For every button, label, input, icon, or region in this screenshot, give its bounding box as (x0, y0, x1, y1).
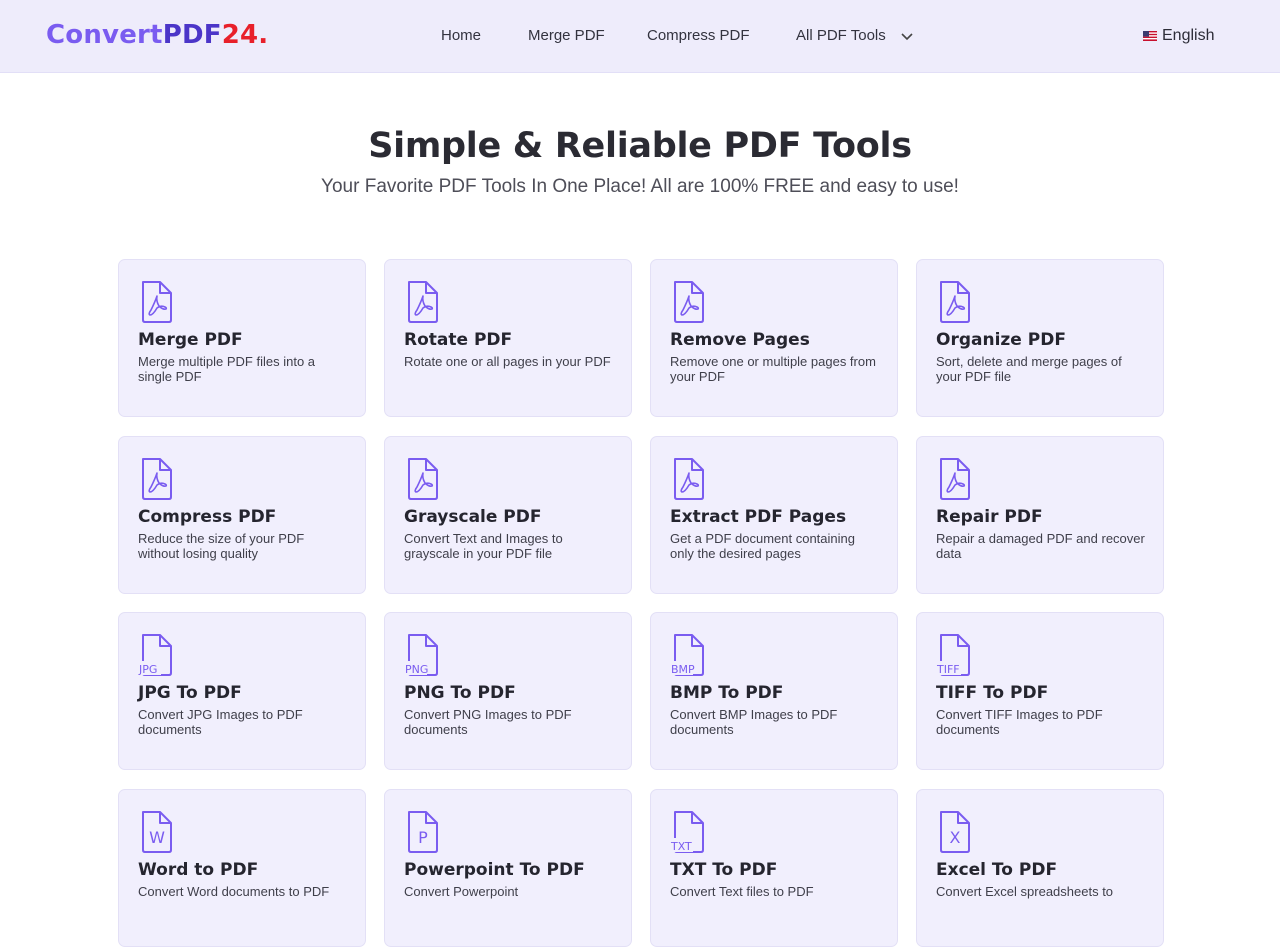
tool-card-title: Compress PDF (138, 507, 277, 527)
tool-card-description: Convert BMP Images to PDF documents (670, 707, 838, 737)
page-subtitle: Your Favorite PDF Tools In One Place! Al… (321, 176, 959, 197)
tool-card-description: Merge multiple PDF files into a single P… (138, 354, 316, 384)
pdf-file-icon (940, 281, 970, 323)
tool-card-description: Convert JPG Images to PDF documents (138, 707, 303, 737)
language-selector[interactable]: English (1162, 27, 1214, 45)
main-nav: Home Merge PDF Compress PDF All PDF Tool… (0, 27, 1280, 47)
pdf-file-icon (142, 458, 172, 500)
tool-card-title: Extract PDF Pages (670, 507, 847, 527)
tool-card-title: Word to PDF (138, 860, 259, 880)
tool-card-description: Convert Powerpoint (404, 884, 519, 899)
tool-card-word-to-pdf[interactable]: W Word to PDF Convert Word documents to PD… (118, 789, 366, 947)
tool-card-remove-pages[interactable]: Remove Pages Remove one or multiple pages… (650, 259, 898, 417)
tool-card-grayscale-pdf[interactable]: Grayscale PDF Convert Text and Images to … (384, 436, 632, 594)
pdf-file-icon (674, 458, 704, 500)
pdf-file-icon (408, 281, 438, 323)
word-file-icon: W (142, 811, 172, 853)
tool-card-description: Get a PDF document containing only the d… (670, 531, 855, 561)
tool-card-description: Convert Excel spreadsheets to (936, 884, 1114, 899)
png-file-icon: PNG (403, 634, 438, 676)
tool-card-title: BMP To PDF (670, 683, 784, 703)
powerpoint-file-icon: P (408, 811, 438, 853)
svg-text:TXT: TXT (670, 840, 692, 853)
tool-card-compress-pdf[interactable]: Compress PDF Reduce the size of your PDF … (118, 436, 366, 594)
tool-card-merge-pdf[interactable]: Merge PDF Merge multiple PDF files into a… (118, 259, 366, 417)
pdf-file-icon (408, 458, 438, 500)
tool-card-title: TIFF To PDF (936, 683, 1049, 703)
chevron-down-icon[interactable] (900, 30, 914, 44)
tool-card-txt-to-pdf[interactable]: TXT TXT To PDF Convert Text files to PDF (650, 789, 898, 947)
page-title: Simple & Reliable PDF Tools (368, 126, 912, 166)
svg-text:P: P (418, 828, 428, 847)
svg-text:TIFF: TIFF (936, 663, 960, 676)
tool-card-title: Excel To PDF (936, 860, 1058, 880)
tool-card-description: Remove one or multiple pages from your P… (670, 354, 876, 384)
tool-card-title: Rotate PDF (404, 330, 513, 350)
tool-card-description: Convert Text files to PDF (670, 884, 814, 899)
tool-card-title: TXT To PDF (670, 860, 778, 880)
tool-card-jpg-to-pdf[interactable]: JPG JPG To PDF Convert JPG Images to PDF d… (118, 612, 366, 770)
tool-card-png-to-pdf[interactable]: PNG PNG To PDF Convert PNG Images to PDF d… (384, 612, 632, 770)
tool-card-description: Convert Word documents to PDF (138, 884, 330, 899)
pdf-file-icon (142, 281, 172, 323)
svg-text:JPG: JPG (138, 663, 157, 676)
nav-home[interactable]: Home (441, 27, 481, 44)
tool-card-description: Reduce the size of your PDF without losi… (138, 531, 305, 561)
tool-card-title: Remove Pages (670, 330, 810, 350)
txt-file-icon: TXT (669, 811, 704, 853)
svg-text:W: W (149, 828, 165, 847)
tool-card-description: Repair a damaged PDF and recover data (936, 531, 1145, 561)
tool-card-bmp-to-pdf[interactable]: BMP BMP To PDF Convert BMP Images to PDF d… (650, 612, 898, 770)
us-flag-icon (1143, 31, 1157, 41)
tool-card-title: PNG To PDF (404, 683, 516, 703)
tool-card-tiff-to-pdf[interactable]: TIFF TIFF To PDF Convert TIFF Images to PD… (916, 612, 1164, 770)
tool-card-description: Rotate one or all pages in your PDF (404, 354, 611, 369)
tool-card-rotate-pdf[interactable]: Rotate PDF Rotate one or all pages in you… (384, 259, 632, 417)
site-header: ConvertPDF24. Home Merge PDF Compress PD… (0, 0, 1280, 73)
tool-card-repair-pdf[interactable]: Repair PDF Repair a damaged PDF and recov… (916, 436, 1164, 594)
excel-file-icon: X (940, 811, 970, 853)
pdf-file-icon (940, 458, 970, 500)
tool-card-excel-to-pdf[interactable]: X Excel To PDF Convert Excel spreadsheets … (916, 789, 1164, 947)
svg-text:BMP: BMP (671, 663, 695, 676)
tool-card-organize-pdf[interactable]: Organize PDF Sort, delete and merge pages… (916, 259, 1164, 417)
tool-card-extract-pdf-pages[interactable]: Extract PDF Pages Get a PDF document cont… (650, 436, 898, 594)
svg-text:X: X (950, 828, 961, 847)
tool-card-title: Grayscale PDF (404, 507, 542, 527)
tool-card-title: Powerpoint To PDF (404, 860, 585, 880)
tool-card-description: Convert PNG Images to PDF documents (404, 707, 572, 737)
tool-card-description: Convert TIFF Images to PDF documents (936, 707, 1103, 737)
tool-card-title: JPG To PDF (138, 683, 242, 703)
tool-card-title: Merge PDF (138, 330, 243, 350)
svg-text:PNG: PNG (405, 663, 428, 676)
tool-card-title: Organize PDF (936, 330, 1066, 350)
nav-compress-pdf[interactable]: Compress PDF (647, 27, 750, 44)
tool-card-description: Convert Text and Images to grayscale in … (404, 531, 563, 561)
bmp-file-icon: BMP (669, 634, 704, 676)
nav-merge-pdf[interactable]: Merge PDF (528, 27, 605, 44)
tool-card-powerpoint-to-pdf[interactable]: P Powerpoint To PDF Convert Powerpoint (384, 789, 632, 947)
tool-card-description: Sort, delete and merge pages of your PDF… (936, 354, 1122, 384)
tiff-file-icon: TIFF (935, 634, 970, 676)
jpg-file-icon: JPG (137, 634, 172, 676)
tool-card-title: Repair PDF (936, 507, 1043, 527)
nav-all-pdf-tools[interactable]: All PDF Tools (796, 27, 886, 44)
pdf-file-icon (674, 281, 704, 323)
